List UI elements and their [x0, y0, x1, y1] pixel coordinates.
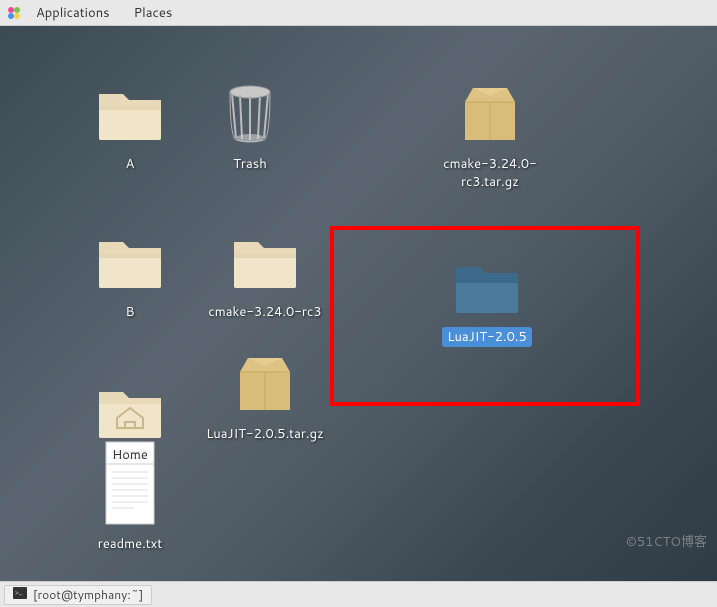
desktop-icon-label: B	[120, 302, 139, 322]
folder-icon	[229, 226, 301, 298]
desktop-icon-label: Trash	[228, 154, 272, 174]
folder-icon	[94, 226, 166, 298]
terminal-icon: >_	[13, 586, 27, 603]
watermark: ©51CTO博客	[626, 531, 707, 551]
home-folder-icon	[94, 376, 166, 448]
desktop-icon-folder-b[interactable]: B	[75, 226, 185, 322]
desktop[interactable]: A Trash cmake-3.24.0-rc3.tar.gz	[0, 26, 717, 581]
desktop-icon-readme[interactable]: readme.txt	[75, 458, 185, 554]
trash-icon	[214, 78, 286, 150]
text-file-icon	[94, 458, 166, 530]
desktop-icon-folder-a[interactable]: A	[75, 78, 185, 174]
desktop-icon-cmake-folder[interactable]: cmake-3.24.0-rc3	[195, 226, 335, 322]
taskbar-item-label: [root@tymphany:~]	[33, 586, 143, 603]
folder-icon	[94, 78, 166, 150]
distro-logo-icon	[6, 5, 22, 21]
archive-icon	[454, 78, 526, 150]
places-menu[interactable]: Places	[124, 1, 183, 25]
desktop-icon-label: cmake-3.24.0-rc3	[203, 302, 326, 322]
desktop-icon-label: cmake-3.24.0-rc3.tar.gz	[420, 154, 560, 192]
desktop-icon-label: LuaJIT-2.0.5.tar.gz	[201, 424, 329, 444]
desktop-icon-label: LuaJIT-2.0.5	[442, 327, 532, 347]
desktop-icon-label: A	[121, 154, 140, 174]
desktop-icon-home[interactable]: Home	[75, 376, 185, 448]
desktop-icon-luajit-folder[interactable]: LuaJIT-2.0.5	[432, 251, 542, 347]
taskbar-terminal-button[interactable]: >_ [root@tymphany:~]	[4, 585, 152, 605]
desktop-icon-luajit-archive[interactable]: LuaJIT-2.0.5.tar.gz	[195, 348, 335, 444]
svg-text:>_: >_	[15, 588, 23, 598]
folder-icon	[451, 251, 523, 323]
desktop-icon-trash[interactable]: Trash	[195, 78, 305, 174]
applications-menu[interactable]: Applications	[26, 1, 120, 25]
archive-icon	[229, 348, 301, 420]
desktop-icon-cmake-archive[interactable]: cmake-3.24.0-rc3.tar.gz	[415, 78, 565, 192]
desktop-icon-label: readme.txt	[93, 534, 168, 554]
taskbar: >_ [root@tymphany:~]	[0, 581, 717, 607]
top-menubar: Applications Places	[0, 0, 717, 26]
